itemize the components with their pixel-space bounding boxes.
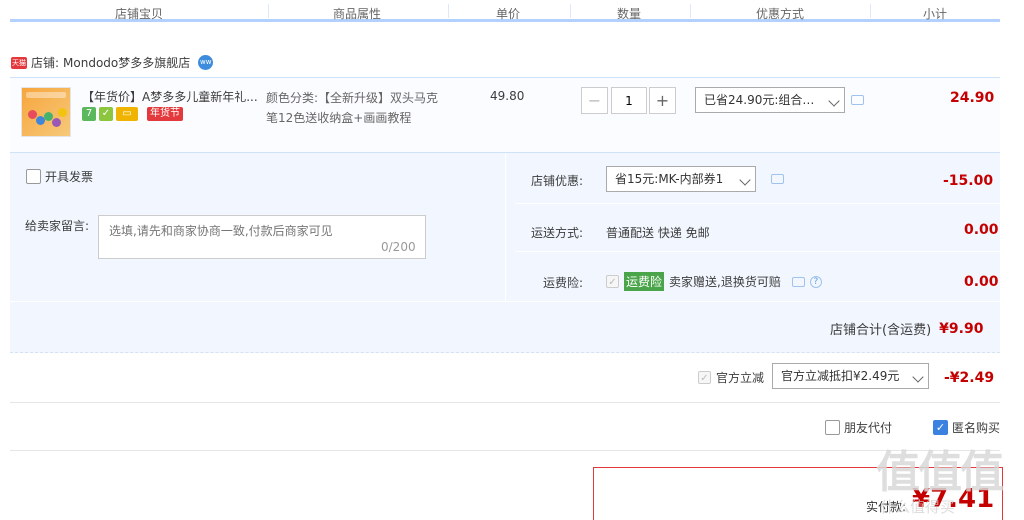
col-quantity: 数量 <box>617 7 642 21</box>
official-discount-option: ✓ 官方立减 <box>698 369 764 386</box>
col-divider <box>870 4 871 18</box>
seven-day-return-icon: 7 <box>82 107 96 121</box>
col-discount: 优惠方式 <box>756 7 805 21</box>
item-subtotal: 24.90 <box>950 90 995 106</box>
col-divider <box>268 4 269 18</box>
insurance-tag: 运费险 <box>624 272 665 291</box>
divider <box>10 402 1000 403</box>
anonymous-checkbox[interactable]: ✓ <box>933 420 948 435</box>
shop-total: 店铺合计(含运费) ¥9.90 <box>830 319 984 339</box>
shipping-label: 运送方式: <box>531 226 584 240</box>
qty-input[interactable] <box>611 87 647 114</box>
service-badges: 7 ✓ ▭ 年货节 <box>82 107 183 121</box>
seller-message-input[interactable] <box>98 215 426 259</box>
shipping-method: 普通配送 快递 免邮 <box>606 226 710 240</box>
shop-total-label: 店铺合计(含运费) <box>830 323 932 338</box>
col-divider <box>570 4 571 18</box>
row-divider <box>515 203 1010 204</box>
insurance-comment-icon[interactable] <box>791 276 805 287</box>
row-divider <box>515 251 1010 252</box>
official-discount-label: 官方立减 <box>716 371 765 385</box>
shop-discount-amount: -15.00 <box>943 173 994 189</box>
anonymous-option[interactable]: ✓ 匿名购买 <box>933 419 1000 436</box>
col-attributes: 商品属性 <box>333 7 382 21</box>
product-attributes: 颜色分类:【全新升级】双头马克 笔12色送收纳盒+画画教程 <box>266 88 438 128</box>
quantity-stepper: − + <box>581 87 677 114</box>
divider <box>10 352 1000 353</box>
unit-price: 49.80 <box>490 89 525 103</box>
friend-pay-label: 朋友代付 <box>844 421 893 435</box>
shop-line: 天猫 店铺: Mondodo梦多多旗舰店 ww <box>11 54 214 71</box>
friend-pay-option[interactable]: 朋友代付 <box>825 419 892 436</box>
chevron-down-icon <box>912 371 924 383</box>
message-char-counter: 0/200 <box>381 240 416 254</box>
shop-total-value: ¥9.90 <box>939 320 984 337</box>
shop-label: 店铺: <box>31 56 60 70</box>
invoice-label: 开具发票 <box>45 170 94 184</box>
attribute-line: 笔12色送收纳盒+画画教程 <box>266 111 412 125</box>
divider <box>10 450 1000 451</box>
credit-card-icon: ▭ <box>116 107 138 121</box>
help-icon[interactable]: ? <box>809 275 822 288</box>
invoice-option[interactable]: 开具发票 <box>26 168 93 185</box>
official-discount-amount: -¥2.49 <box>944 370 995 386</box>
row-divider <box>10 301 1000 302</box>
panel-divider <box>505 153 506 301</box>
official-discount-checkbox: ✓ <box>698 371 711 384</box>
invoice-checkbox[interactable] <box>26 169 41 184</box>
col-divider <box>690 4 691 18</box>
qty-increase-button[interactable]: + <box>649 87 676 114</box>
shop-coupon-select[interactable]: 省15元:MK-内部券1 <box>606 166 756 192</box>
official-discount-select[interactable]: 官方立减抵扣¥2.49元 <box>772 363 929 389</box>
insurance-option: ✓ 运费险 卖家赠送,退换货可赔 ? <box>606 272 822 291</box>
insurance-desc: 卖家赠送,退换货可赔 <box>669 275 781 289</box>
col-divider <box>448 4 449 18</box>
col-unit-price: 单价 <box>496 7 521 21</box>
shop-coupon-value: 省15元:MK-内部券1 <box>615 172 724 186</box>
insurance-label: 运费险: <box>543 276 584 290</box>
coupon-comment-icon[interactable] <box>771 174 784 184</box>
chevron-down-icon <box>828 95 840 107</box>
guarantee-icon: ✓ <box>99 107 113 121</box>
promo-select[interactable]: 已省24.90元:组合… <box>695 87 845 113</box>
col-subtotal: 小计 <box>923 7 948 21</box>
shop-discount-label: 店铺优惠: <box>531 174 584 188</box>
tmall-icon: 天猫 <box>11 56 27 69</box>
insurance-checkbox: ✓ <box>606 275 619 288</box>
insurance-amount: 0.00 <box>964 274 999 290</box>
shipping-amount: 0.00 <box>964 222 999 238</box>
watermark-subtext: 什么值得买 <box>880 498 956 516</box>
watermark-logo: 值值值 <box>876 447 1004 498</box>
wangwang-chat-icon[interactable]: ww <box>198 55 214 70</box>
table-header: 店铺宝贝 商品属性 单价 数量 优惠方式 小计 <box>10 0 1000 22</box>
message-label: 给卖家留言: <box>25 219 90 233</box>
shop-name-link[interactable]: Mondodo梦多多旗舰店 <box>63 54 190 71</box>
new-year-sale-badge: 年货节 <box>147 107 183 121</box>
friend-pay-checkbox[interactable] <box>825 420 840 435</box>
anonymous-label: 匿名购买 <box>952 421 1001 435</box>
chevron-down-icon <box>739 174 751 186</box>
promo-select-value: 已省24.90元:组合… <box>704 93 815 107</box>
official-discount-value: 官方立减抵扣¥2.49元 <box>781 369 900 383</box>
promo-comment-icon[interactable] <box>851 95 864 105</box>
qty-decrease-button[interactable]: − <box>581 87 608 114</box>
product-thumbnail[interactable] <box>21 87 71 137</box>
product-title-link[interactable]: 【年货价】A梦多多儿童新年礼... <box>82 88 260 105</box>
col-shop-item: 店铺宝贝 <box>115 7 164 21</box>
attribute-line: 颜色分类:【全新升级】双头马克 <box>266 91 439 105</box>
